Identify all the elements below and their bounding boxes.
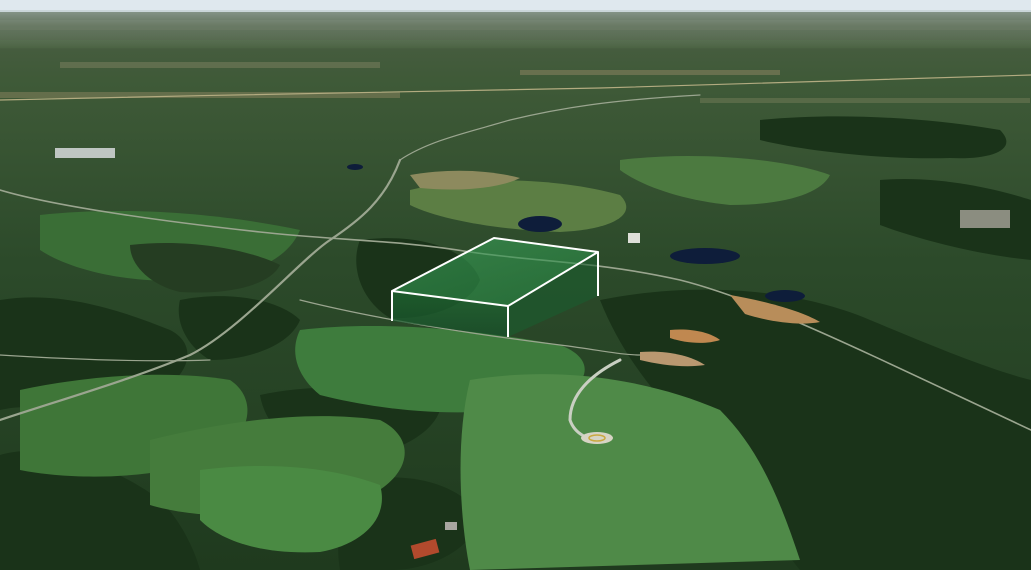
helipad <box>581 432 613 444</box>
pond <box>518 216 562 232</box>
satellite-scene[interactable] <box>0 0 1031 570</box>
pond <box>670 248 740 264</box>
map-viewport[interactable] <box>0 0 1031 570</box>
pond <box>765 290 805 302</box>
horizon-haze <box>0 10 1031 210</box>
